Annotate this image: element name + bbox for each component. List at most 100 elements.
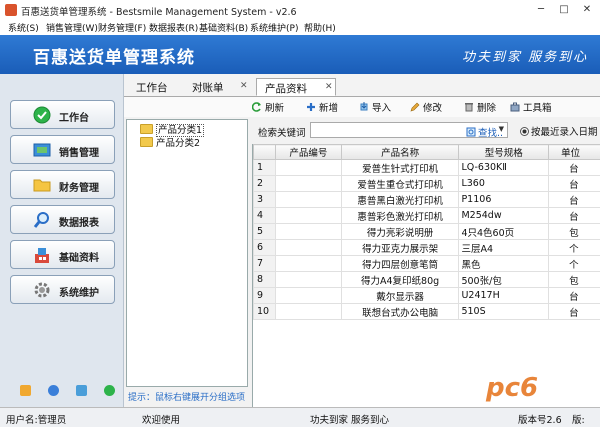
table-row[interactable]: 2爱普生重仓式打印机L360台	[254, 176, 600, 192]
tool-label: 导入	[372, 103, 391, 114]
close-icon[interactable]: ✕	[240, 81, 248, 91]
menu-bar: 系统(S) 销售管理(W) 财务管理(F) 数据报表(R) 基础资料(B) 系统…	[0, 20, 600, 36]
nav-finance[interactable]: 财务管理	[10, 170, 115, 199]
table-cell: L360	[459, 176, 549, 192]
nav-sales[interactable]: 销售管理	[10, 135, 115, 164]
table-row[interactable]: 10联想台式办公电脑510S台	[254, 304, 600, 320]
table-cell: P1106	[459, 192, 549, 208]
toolbox-button[interactable]: 工具箱	[510, 100, 552, 114]
table-cell: 1	[254, 160, 276, 176]
table-cell: 台	[549, 288, 600, 304]
clock-icon[interactable]	[48, 385, 59, 396]
tree-node-label: 产品分类2	[156, 138, 200, 149]
search-icon	[33, 211, 51, 229]
table-row[interactable]: 8得力A4复印纸80g500张/包包	[254, 272, 600, 288]
table-cell: 4只4色60页	[459, 224, 549, 240]
table-cell: 7	[254, 256, 276, 272]
nav-maintenance[interactable]: 系统维护	[10, 275, 115, 304]
column-header[interactable]	[254, 145, 276, 160]
tree-hint: 提示：鼠标右键展开分组选项	[128, 390, 245, 403]
tab-statement[interactable]: 对账单✕	[190, 78, 248, 96]
refresh-icon	[252, 102, 262, 112]
table-row[interactable]: 7得力四层创意笔筒黑色个	[254, 256, 600, 272]
tool-label: 刷新	[265, 103, 284, 114]
table-cell: 8	[254, 272, 276, 288]
product-table: 产品编号 产品名称 型号规格 单位 1爱普生针式打印机LQ-630KⅡ台2爱普生…	[252, 144, 600, 407]
menu-basic-data[interactable]: 基础资料(B)	[199, 21, 248, 34]
tree-node[interactable]: 产品分类2	[140, 135, 200, 149]
table-header-row: 产品编号 产品名称 型号规格 单位	[254, 145, 600, 160]
search-icon	[466, 127, 476, 137]
category-tree[interactable]: 产品分类1 产品分类2	[126, 119, 248, 387]
table-cell	[275, 224, 341, 240]
import-button[interactable]: 导入	[359, 100, 391, 114]
table-cell: 台	[549, 192, 600, 208]
title-bar: 百惠送货单管理系统 - Bestsmile Management System …	[0, 0, 600, 21]
close-icon[interactable]: ✕	[325, 82, 333, 92]
refresh-button[interactable]: 刷新	[252, 100, 284, 114]
table-cell: 个	[549, 256, 600, 272]
column-header[interactable]: 产品编号	[275, 145, 341, 160]
tool-label: 修改	[423, 103, 442, 114]
table-row[interactable]: 3惠普黑白激光打印机P1106台	[254, 192, 600, 208]
column-header[interactable]: 型号规格	[459, 145, 549, 160]
menu-reports[interactable]: 数据报表(R)	[149, 21, 198, 34]
table-cell: 10	[254, 304, 276, 320]
edit-button[interactable]: 修改	[410, 100, 442, 114]
table-row[interactable]: 9戴尔显示器U2417H台	[254, 288, 600, 304]
menu-finance[interactable]: 财务管理(F)	[98, 21, 146, 34]
menu-maintenance[interactable]: 系统维护(P)	[250, 21, 298, 34]
table-cell: 510S	[459, 304, 549, 320]
watermark-text: pc6	[486, 373, 538, 403]
radio-label: 按最近录入日期	[531, 127, 598, 138]
close-button[interactable]: ✕	[576, 2, 598, 17]
nav-reports[interactable]: 数据报表	[10, 205, 115, 234]
find-button[interactable]: 查找..	[466, 125, 503, 139]
refresh-status-icon[interactable]	[104, 385, 115, 396]
nav-label: 工作台	[59, 109, 89, 124]
add-button[interactable]: 新增	[306, 100, 338, 114]
tool-label: 工具箱	[523, 103, 552, 114]
maximize-button[interactable]: □	[553, 2, 575, 17]
table-cell: 惠普黑白激光打印机	[341, 192, 459, 208]
table-row[interactable]: 1爱普生针式打印机LQ-630KⅡ台	[254, 160, 600, 176]
table-row[interactable]: 4惠普彩色激光打印机M254dw台	[254, 208, 600, 224]
nav-label: 基础资料	[59, 249, 99, 264]
column-header[interactable]: 单位	[549, 145, 600, 160]
tab-workbench[interactable]: 工作台	[134, 78, 184, 96]
nav-basic-data[interactable]: 基础资料	[10, 240, 115, 269]
tree-node[interactable]: 产品分类1	[140, 122, 204, 136]
table-cell: 台	[549, 208, 600, 224]
tab-product-info[interactable]: 产品资料✕	[256, 78, 336, 96]
menu-system[interactable]: 系统(S)	[8, 21, 39, 34]
nav-label: 销售管理	[59, 144, 99, 159]
delete-button[interactable]: 删除	[464, 100, 496, 114]
table-cell: 9	[254, 288, 276, 304]
table-cell: 得力四层创意笔筒	[341, 256, 459, 272]
search-bar: 检索关键词 ▼ 查找.. 按最近录入日期	[252, 120, 600, 142]
menu-sales[interactable]: 销售管理(W)	[46, 21, 98, 34]
minimize-button[interactable]: ─	[530, 2, 552, 17]
folder-icon	[33, 176, 51, 194]
folder-icon	[140, 137, 153, 147]
table-row[interactable]: 5得力亮彩说明册4只4色60页包	[254, 224, 600, 240]
sales-icon	[33, 141, 51, 159]
calculator-icon[interactable]	[76, 385, 87, 396]
table-cell: 爱普生针式打印机	[341, 160, 459, 176]
watermark-logo: pc6	[482, 373, 587, 407]
column-header[interactable]: 产品名称	[341, 145, 459, 160]
nav-workbench[interactable]: 工作台	[10, 100, 115, 129]
find-label: 查找..	[478, 128, 503, 139]
table-cell: LQ-630KⅡ	[459, 160, 549, 176]
menu-help[interactable]: 帮助(H)	[304, 21, 336, 34]
calendar-icon[interactable]	[20, 385, 31, 396]
check-icon	[33, 106, 51, 124]
table-cell	[275, 256, 341, 272]
table-cell: 个	[549, 240, 600, 256]
sort-radio[interactable]: 按最近录入日期	[520, 124, 598, 138]
table-row[interactable]: 6得力亚克力展示架三层A4个	[254, 240, 600, 256]
table-cell: 包	[549, 224, 600, 240]
edit-icon	[410, 102, 420, 112]
product-grid: 产品编号 产品名称 型号规格 单位 1爱普生针式打印机LQ-630KⅡ台2爱普生…	[253, 144, 600, 320]
tool-label: 新增	[319, 103, 338, 114]
